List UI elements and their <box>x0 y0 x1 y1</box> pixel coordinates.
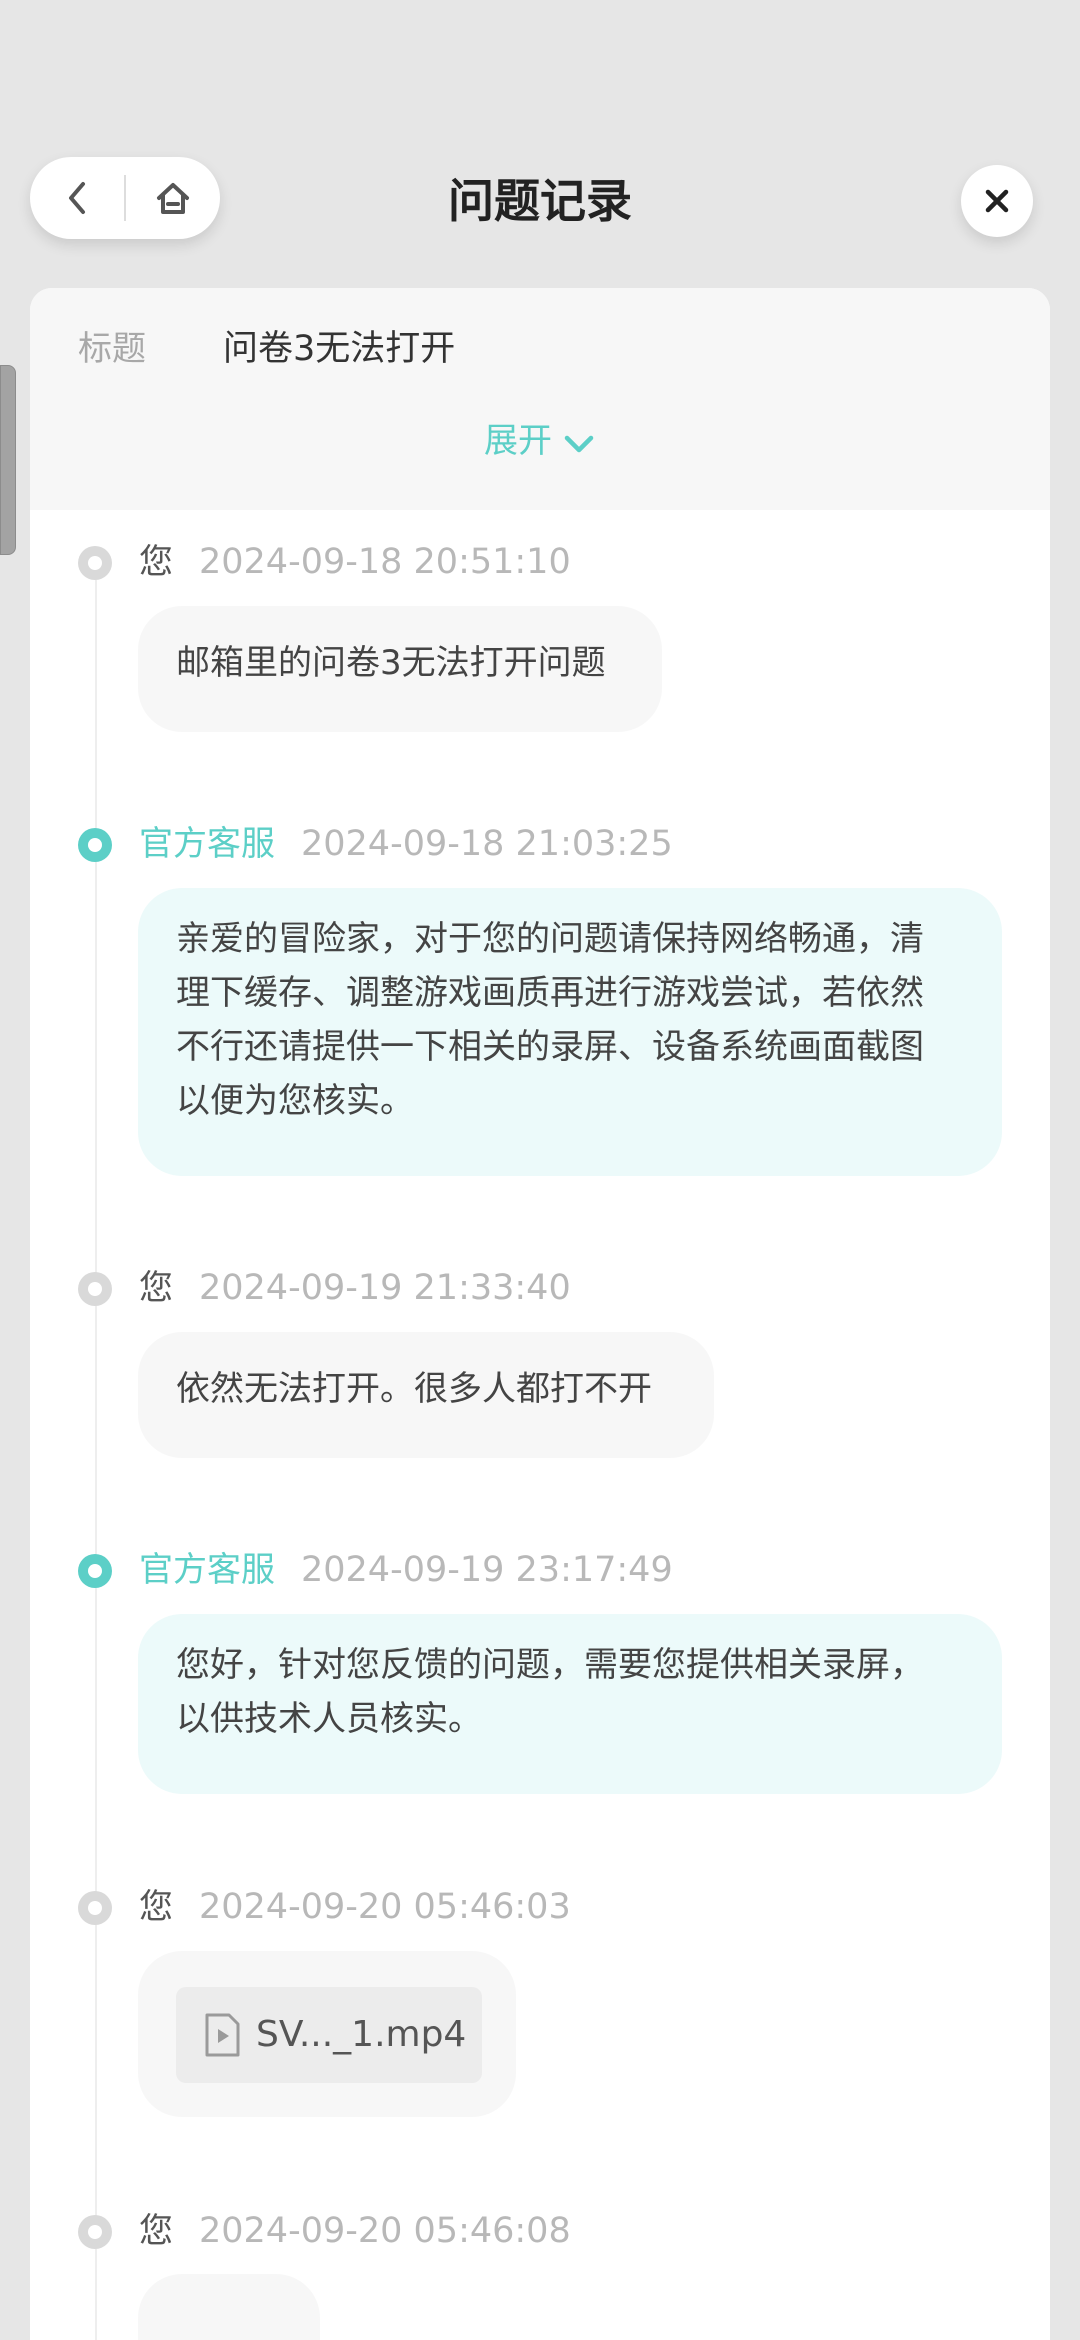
message-line: 不行还请提供一下相关的录屏、设备系统画面截图 <box>176 1027 924 1067</box>
expand-label: 展开 <box>484 421 552 461</box>
message-meta: 您 2024-09-18 20:51:10 <box>139 537 571 587</box>
message-time: 2024-09-20 05:46:03 <box>199 1887 571 1927</box>
message-sender: 您 <box>139 1887 173 1927</box>
message-bubble: 您好，针对您反馈的问题，需要您提供相关录屏， 以供技术人员核实。 <box>138 1614 1002 1794</box>
message-time: 2024-09-20 05:46:08 <box>199 2211 571 2251</box>
message-meta: 您 2024-09-19 21:33:40 <box>139 1263 571 1313</box>
message-line: 以供技术人员核实。 <box>176 1699 482 1739</box>
message-time: 2024-09-19 23:17:49 <box>301 1550 673 1590</box>
page-title: 问题记录 <box>448 174 632 228</box>
timeline-dot <box>78 1272 112 1306</box>
side-drawer-handle[interactable] <box>0 365 16 555</box>
message-text: 邮箱里的问卷3无法打开问题 <box>176 643 606 683</box>
screen: 问题记录 标题 问卷3无法打开 展开 您 2024-09-18 20:51:10… <box>0 0 1080 2340</box>
message-bubble: 邮箱里的问卷3无法打开问题 <box>138 606 662 732</box>
attachment-file-name: SV..._1.mp4 <box>256 2014 467 2055</box>
timeline-dot <box>78 1554 112 1588</box>
video-file-icon <box>202 2012 242 2058</box>
attachment-bubble: SV..._1.mp4 <box>138 1951 516 2117</box>
ticket-title-value: 问卷3无法打开 <box>223 329 456 369</box>
message-line: 您好，针对您反馈的问题，需要您提供相关录屏， <box>176 1645 924 1685</box>
message-sender: 官方客服 <box>139 1550 275 1590</box>
message-bubble: 亲爱的冒险家，对于您的问题请保持网络畅通，清 理下缓存、调整游戏画质再进行游戏尝… <box>138 888 1002 1176</box>
video-attachment[interactable]: SV..._1.mp4 <box>176 1987 482 2083</box>
expand-button[interactable]: 展开 <box>30 416 1050 466</box>
message-line: 亲爱的冒险家，对于您的问题请保持网络畅通，清 <box>176 919 924 959</box>
message-meta: 您 2024-09-20 05:46:08 <box>139 2206 571 2256</box>
message-bubble <box>138 2274 320 2340</box>
ticket-title-label: 标题 <box>78 329 146 369</box>
timeline-dot <box>78 1891 112 1925</box>
message-text: 依然无法打开。很多人都打不开 <box>176 1369 652 1409</box>
message-time: 2024-09-19 21:33:40 <box>199 1268 571 1308</box>
message-time: 2024-09-18 20:51:10 <box>199 542 571 582</box>
message-line: 以便为您核实。 <box>176 1081 414 1121</box>
close-icon <box>982 186 1012 216</box>
timeline-dot <box>78 828 112 862</box>
close-button[interactable] <box>961 165 1033 237</box>
message-bubble: 依然无法打开。很多人都打不开 <box>138 1332 714 1458</box>
message-meta: 官方客服 2024-09-19 23:17:49 <box>139 1545 673 1595</box>
timeline-dot <box>78 2215 112 2249</box>
message-sender: 您 <box>139 542 173 582</box>
message-sender: 您 <box>139 1268 173 1308</box>
timeline-dot <box>78 546 112 580</box>
message-sender: 您 <box>139 2211 173 2251</box>
ticket-header: 标题 问卷3无法打开 展开 <box>30 288 1050 510</box>
chevron-down-icon <box>562 432 596 456</box>
message-time: 2024-09-18 21:03:25 <box>301 824 673 864</box>
message-line: 理下缓存、调整游戏画质再进行游戏尝试，若依然 <box>176 973 924 1013</box>
message-meta: 官方客服 2024-09-18 21:03:25 <box>139 819 673 869</box>
message-meta: 您 2024-09-20 05:46:03 <box>139 1882 571 1932</box>
message-sender: 官方客服 <box>139 824 275 864</box>
